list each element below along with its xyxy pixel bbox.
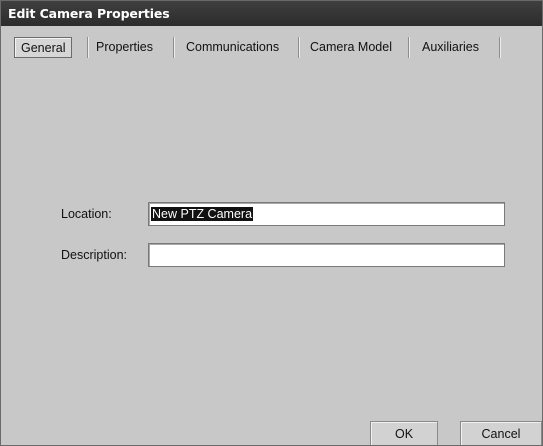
tab-camera-model[interactable]: Camera Model (310, 37, 392, 58)
window-title: Edit Camera Properties (1, 1, 542, 26)
tab-general[interactable]: General (14, 37, 73, 58)
tab-properties[interactable]: Properties (96, 37, 153, 58)
tab-separator (173, 37, 174, 58)
ok-button[interactable]: OK (370, 421, 438, 445)
description-input[interactable] (148, 243, 505, 267)
tab-auxiliaries[interactable]: Auxiliaries (422, 37, 479, 58)
description-label: Description: (61, 248, 127, 262)
tab-separator (408, 37, 409, 58)
cancel-button[interactable]: Cancel (460, 421, 542, 445)
tab-separator (499, 37, 500, 58)
location-value: New PTZ Camera (151, 207, 254, 221)
tab-strip: General Properties Communications Camera… (1, 26, 542, 68)
edit-camera-properties-dialog: Edit Camera Properties General Propertie… (0, 0, 543, 446)
location-input[interactable]: New PTZ Camera (148, 202, 505, 226)
tab-communications[interactable]: Communications (186, 37, 279, 58)
location-label: Location: (61, 207, 112, 221)
tab-separator (298, 37, 299, 58)
tab-separator (87, 37, 88, 58)
